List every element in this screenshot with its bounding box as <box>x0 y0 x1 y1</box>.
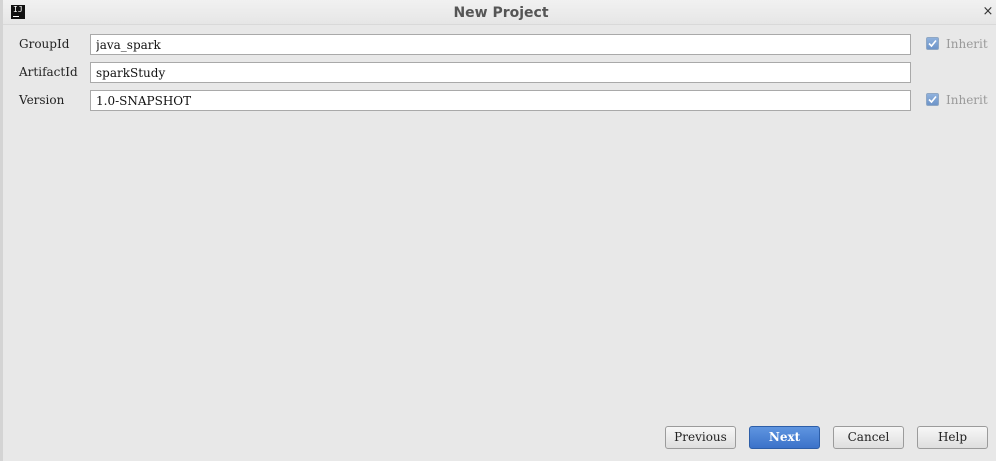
dialog-title: New Project <box>453 5 549 21</box>
groupid-label: GroupId <box>19 37 70 51</box>
help-button-label: Help <box>937 430 968 444</box>
checkmark-icon <box>928 39 937 48</box>
previous-button[interactable]: Previous <box>665 426 736 449</box>
groupid-inherit-checkbox[interactable] <box>926 37 939 50</box>
groupid-field[interactable] <box>90 34 911 55</box>
groupid-inherit-label: Inherit <box>946 37 988 51</box>
checkmark-icon <box>928 95 937 104</box>
cancel-button-label: Cancel <box>847 430 890 444</box>
next-button[interactable]: Next <box>749 426 820 449</box>
previous-button-label: Previous <box>674 430 727 444</box>
artifactid-field[interactable] <box>90 62 911 83</box>
new-project-dialog: IJ New Project × GroupId Inherit Artifac… <box>0 0 996 461</box>
dialog-titlebar: IJ New Project × <box>3 0 996 25</box>
cancel-button[interactable]: Cancel <box>833 426 904 449</box>
next-button-label: Next <box>768 430 801 444</box>
version-inherit-label: Inherit <box>946 93 988 107</box>
version-inherit-checkbox[interactable] <box>926 93 939 106</box>
version-field[interactable] <box>90 90 911 111</box>
artifactid-label: ArtifactId <box>19 65 78 79</box>
version-label: Version <box>19 93 65 107</box>
close-icon[interactable]: × <box>981 4 995 20</box>
help-button[interactable]: Help <box>917 426 988 449</box>
